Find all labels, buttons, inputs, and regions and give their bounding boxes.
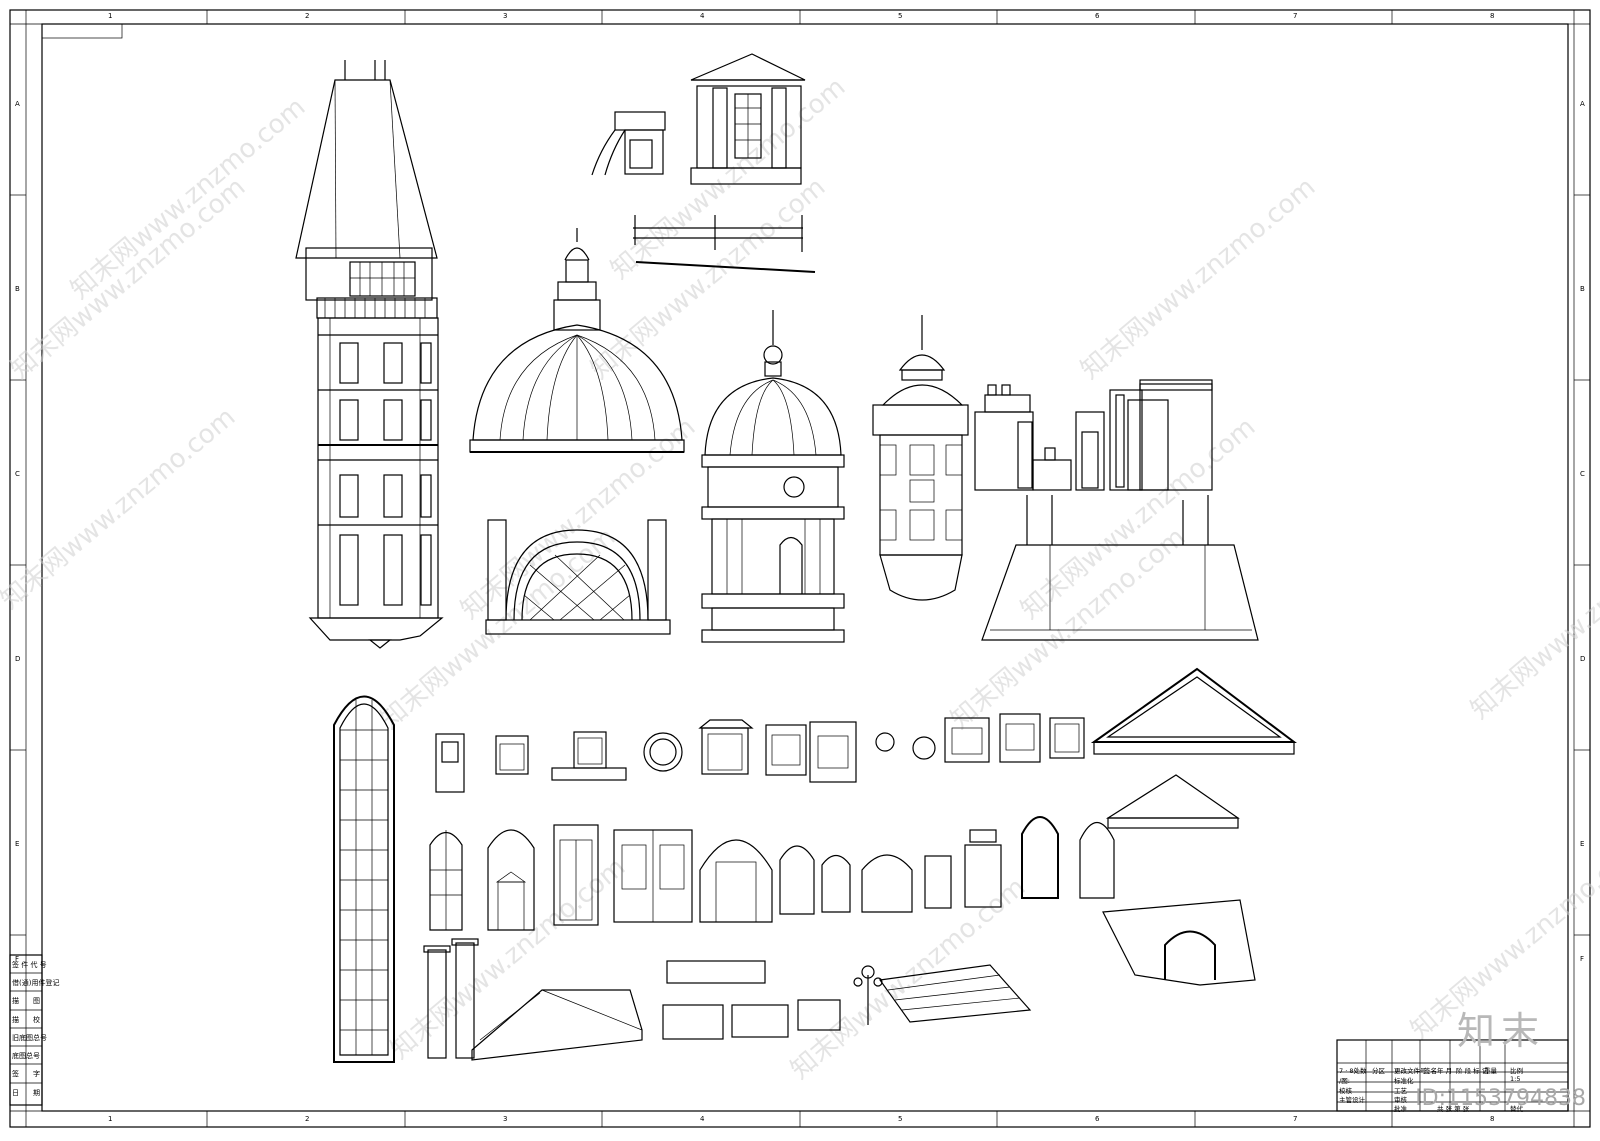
outer-border (9, 9, 1591, 1128)
title-cell-14: 主管设计 (1339, 1096, 1365, 1104)
row-label-a: A (15, 100, 20, 108)
svg-text:知末网www.znzmo.com: 知末网www.znzmo.com (455, 412, 701, 625)
row-label-right-e: E (1580, 840, 1585, 848)
row-label-d: D (15, 655, 21, 663)
svg-text:知末网www.znzmo.com: 知末网www.znzmo.com (0, 402, 241, 615)
col-label-5: 5 (898, 12, 903, 20)
svg-text:知末网www.znzmo.com: 知末网www.znzmo.com (1465, 512, 1600, 725)
row-label-b: B (15, 285, 20, 293)
drawing-canvas: 知末网www.znzmo.com 知末网www.znzmo.com 知末网www… (0, 9, 1600, 1128)
drawing-sheet: 知末网www.znzmo.com 知末网www.znzmo.com 知末网www… (0, 0, 1600, 1137)
title-cell-9: /图: (1339, 1077, 1350, 1085)
title-cell-2: 分区 (1372, 1067, 1385, 1075)
title-cell-10: 标准化 (1394, 1077, 1414, 1085)
row-label-c: C (15, 470, 20, 478)
title-cell-8: 比例 (1510, 1067, 1523, 1075)
col-label-bottom-3: 3 (503, 1115, 508, 1123)
row-label-right-f: F (1580, 955, 1585, 963)
col-label-bottom-5: 5 (898, 1115, 903, 1123)
col-label-1: 1 (108, 12, 113, 20)
col-label-bottom-8: 8 (1490, 1115, 1495, 1123)
col-label-8: 8 (1490, 12, 1495, 20)
title-cell-5: 年 月 (1437, 1067, 1453, 1075)
stamp-row-5: 旧底图总号 (12, 1034, 47, 1042)
svg-text:知末网www.znzmo.com: 知末网www.znzmo.com (1075, 172, 1321, 385)
bay-tower-drawing (872, 315, 969, 601)
row-label-right-d: D (1580, 655, 1586, 663)
stamp-row-8: 日 期 (12, 1089, 40, 1097)
stamp-row-2: 借(通)用件登记 (12, 979, 60, 987)
stamp-row-1: 签 件 代 号 (12, 961, 47, 969)
title-cell-3: 更改文件号 (1394, 1067, 1427, 1075)
stamp-row-7: 签 字 (12, 1070, 40, 1078)
col-label-bottom-4: 4 (700, 1115, 705, 1123)
watermarks: 知末网www.znzmo.com 知末网www.znzmo.com 知末网www… (0, 72, 1600, 1085)
row-label-right-a: A (1580, 100, 1585, 108)
row-label-e: E (15, 840, 20, 848)
title-cell-16: 批准 (1394, 1105, 1407, 1113)
title-cell-11: 1:5 (1510, 1075, 1521, 1083)
window-row-drawing (435, 667, 1297, 793)
stamp-row-3: 描 图 (12, 997, 40, 1005)
brand-watermark: 知末 (1456, 1009, 1545, 1053)
corner-tab (41, 23, 123, 39)
col-label-3: 3 (503, 12, 508, 20)
stamp-row-4: 描 校 (12, 1016, 40, 1024)
tower-drawing (295, 60, 444, 649)
title-cell-7: 重量 (1484, 1067, 1497, 1075)
svg-text:知末网www.znzmo.com: 知末网www.znzmo.com (385, 852, 631, 1065)
col-label-2: 2 (305, 12, 310, 20)
tall-arch-window-drawing (333, 695, 395, 1063)
svg-text:知末网www.znzmo.com: 知末网www.znzmo.com (945, 522, 1191, 735)
col-label-4: 4 (700, 12, 705, 20)
title-cell-1: 7 · 8处数 (1339, 1067, 1367, 1075)
col-label-bottom-7: 7 (1293, 1115, 1298, 1123)
brand-id-label: ID:1153794838 (1415, 1086, 1586, 1111)
title-cell-4: 签名 (1424, 1067, 1437, 1075)
col-label-bottom-1: 1 (108, 1115, 113, 1123)
stamp-row-6: 底图总号 (12, 1052, 40, 1060)
col-label-bottom-6: 6 (1095, 1115, 1100, 1123)
col-label-7: 7 (1293, 12, 1298, 20)
col-label-bottom-2: 2 (305, 1115, 310, 1123)
svg-text:知末网www.znzmo.com: 知末网www.znzmo.com (65, 92, 311, 305)
dormer-small-drawing (591, 111, 666, 176)
col-label-6: 6 (1095, 12, 1100, 20)
row-label-right-b: B (1580, 285, 1585, 293)
row-label-right-c: C (1580, 470, 1585, 478)
row-ticks (10, 194, 1590, 936)
rotunda-drawing (701, 310, 845, 643)
